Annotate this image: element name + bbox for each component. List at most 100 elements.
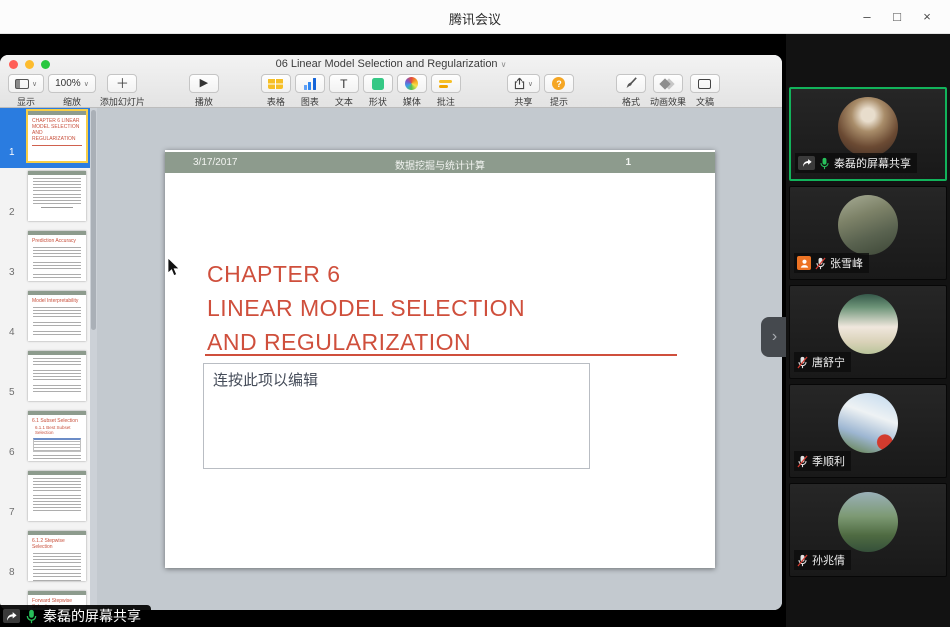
view-button[interactable]: ∨ 显示 (8, 74, 44, 108)
microphone-muted-icon (797, 554, 808, 567)
microphone-muted-icon (797, 455, 808, 468)
minimize-icon[interactable]: – (852, 9, 882, 24)
document-panel-button[interactable]: 文稿 (690, 74, 720, 108)
thumbnail-slide-1[interactable]: 1 CHAPTER 6 LINEAR MODEL SELECTION AND R… (0, 108, 97, 168)
screen-share-icon (798, 156, 815, 170)
avatar (838, 195, 898, 255)
thumbnail-slide-4[interactable]: 4 Model Interpretability (0, 288, 97, 348)
participant-name: 秦磊的屏幕共享 (834, 155, 911, 171)
participant-name: 唐舒宁 (812, 354, 845, 370)
traffic-lights (9, 60, 50, 69)
media-button[interactable]: 媒体 (397, 74, 427, 108)
play-button[interactable]: ▶ 播放 (189, 74, 219, 108)
sidebar-collapse-tab[interactable]: › (761, 317, 788, 357)
chevron-down-icon: ∨ (32, 80, 37, 88)
animate-button[interactable]: 动画效果 (650, 74, 686, 108)
slide-canvas: 3/17/2017 数据挖掘与统计计算 1 CHAPTER 6 LINEAR M… (97, 108, 782, 610)
participant-label: 季顺利 (794, 451, 851, 471)
slide-course-title: 数据挖掘与统计计算 (165, 157, 715, 172)
current-slide: 3/17/2017 数据挖掘与统计计算 1 CHAPTER 6 LINEAR M… (165, 150, 715, 568)
document-title: 06 Linear Model Selection and Regulariza… (60, 58, 722, 70)
tips-button[interactable]: ? 提示 (544, 74, 574, 108)
participant-tile-sharing[interactable]: 秦磊的屏幕共享 (789, 87, 947, 181)
tips-icon: ? (552, 77, 565, 90)
screen-share-content: 06 Linear Model Selection and Regulariza… (0, 34, 786, 627)
view-icon (15, 79, 29, 89)
thumbnail-slide-3[interactable]: 3 Prediction Accuracy (0, 228, 97, 288)
table-button[interactable]: 表格 (261, 74, 291, 108)
title-underline (205, 354, 677, 356)
host-person-icon (797, 256, 811, 270)
share-button[interactable]: ∨ 共享 (507, 74, 540, 108)
format-button[interactable]: 格式 (616, 74, 646, 108)
microphone-on-icon (819, 157, 830, 170)
comment-icon (439, 80, 452, 88)
microphone-on-icon (25, 609, 38, 624)
thumbnail-card (28, 171, 86, 221)
participant-name: 季顺利 (812, 453, 845, 469)
participant-tile[interactable]: 张雪峰 (789, 186, 947, 280)
microphone-muted-icon (797, 356, 808, 369)
text-icon: T (340, 78, 347, 90)
maximize-icon[interactable]: □ (882, 9, 912, 24)
meeting-titlebar: 腾讯会议 – □ × (0, 0, 950, 34)
comment-button[interactable]: 批注 (431, 74, 461, 108)
keynote-window: 06 Linear Model Selection and Regulariza… (0, 55, 782, 610)
shared-screen-stage: 06 Linear Model Selection and Regulariza… (0, 34, 950, 627)
text-button[interactable]: T 文本 (329, 74, 359, 108)
participant-label: 秦磊的屏幕共享 (795, 153, 917, 173)
plus-icon: ＋ (116, 77, 129, 90)
share-icon (514, 77, 525, 90)
close-traffic-light[interactable] (9, 60, 18, 69)
slide-thumbnail-panel: 1 CHAPTER 6 LINEAR MODEL SELECTION AND R… (0, 108, 97, 610)
slide-page-number: 1 (625, 157, 631, 168)
slide-text-placeholder[interactable]: 连按此项以编辑 (203, 363, 590, 469)
thumbnail-card: 6.1 Subset Selection 6.1.1 Best Subset S… (28, 411, 86, 461)
media-icon (405, 77, 418, 90)
thumbnail-slide-2[interactable]: 2 (0, 168, 97, 228)
microphone-muted-icon (815, 257, 826, 270)
zoom-button[interactable]: 100%∨ 缩放 (48, 74, 96, 108)
screen-share-status-bar: 秦磊的屏幕共享 (0, 605, 151, 627)
thumbnail-card: 6.1.2 Stepwise Selection (28, 531, 86, 581)
close-icon[interactable]: × (912, 9, 942, 24)
participant-label: 唐舒宁 (794, 352, 851, 372)
tencent-meeting-window: 腾讯会议 – □ × 06 Linear Model Selection and… (0, 0, 950, 627)
slide-title[interactable]: CHAPTER 6 LINEAR MODEL SELECTION AND REG… (207, 257, 525, 359)
participant-name: 张雪峰 (830, 255, 863, 271)
thumbnail-card: Prediction Accuracy (28, 231, 86, 281)
thumbnail-slide-5[interactable]: 5 (0, 348, 97, 408)
participant-label: 孙兆倩 (794, 550, 851, 570)
keynote-toolbar: ∨ 显示 100%∨ 缩放 ＋ 添加幻灯片 ▶ (0, 71, 782, 108)
share-owner-label: 秦磊的屏幕共享 (43, 606, 141, 626)
participant-tile[interactable]: 季顺利 (789, 384, 947, 478)
avatar (838, 294, 898, 354)
thumbnail-scrollbar[interactable] (90, 108, 97, 610)
thumbnail-card (28, 471, 86, 521)
add-slide-button[interactable]: ＋ 添加幻灯片 (100, 74, 145, 108)
chart-button[interactable]: 图表 (295, 74, 325, 108)
format-brush-icon (624, 77, 637, 90)
shape-button[interactable]: 形状 (363, 74, 393, 108)
participants-sidebar: 秦磊的屏幕共享 张雪峰 (786, 34, 950, 627)
slide-header-band: 3/17/2017 数据挖掘与统计计算 1 (165, 152, 715, 173)
thumbnail-card: Model Interpretability (28, 291, 86, 341)
thumbnail-slide-7[interactable]: 7 (0, 468, 97, 528)
table-icon (268, 78, 283, 89)
zoom-traffic-light[interactable] (41, 60, 50, 69)
play-icon: ▶ (200, 78, 208, 89)
title-chevron-icon[interactable]: ∨ (501, 60, 507, 69)
chevron-right-icon: › (772, 328, 777, 346)
participant-tile[interactable]: 孙兆倩 (789, 483, 947, 577)
window-controls: – □ × (852, 0, 942, 33)
participant-tile[interactable]: 唐舒宁 (789, 285, 947, 379)
avatar (838, 492, 898, 552)
meeting-title: 腾讯会议 (0, 9, 950, 28)
zoom-value: 100% (55, 78, 81, 89)
keynote-chrome: 06 Linear Model Selection and Regulariza… (0, 55, 782, 108)
participant-name: 孙兆倩 (812, 552, 845, 568)
minimize-traffic-light[interactable] (25, 60, 34, 69)
chart-icon (304, 78, 316, 90)
thumbnail-slide-8[interactable]: 8 6.1.2 Stepwise Selection (0, 528, 97, 588)
thumbnail-slide-6[interactable]: 6 6.1 Subset Selection 6.1.1 Best Subset… (0, 408, 97, 468)
